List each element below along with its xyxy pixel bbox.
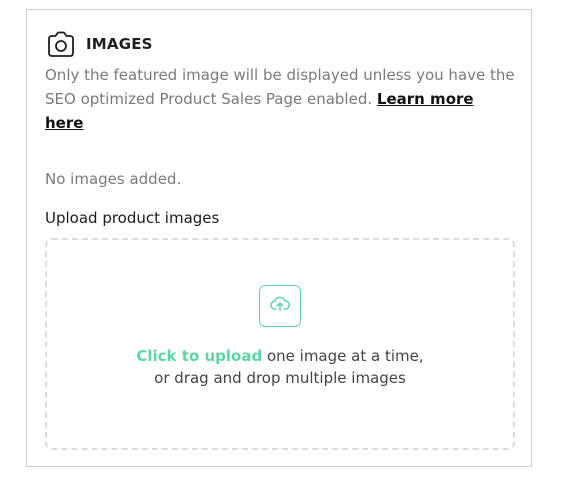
- upload-label: Upload product images: [45, 209, 220, 227]
- dropzone-line-2: or drag and drop multiple images: [154, 369, 406, 387]
- images-panel: IMAGES Only the featured image will be d…: [26, 9, 532, 467]
- upload-dropzone[interactable]: Click to upload one image at a time, or …: [45, 238, 515, 450]
- empty-state-text: No images added.: [45, 170, 182, 188]
- dropzone-line-1: Click to upload one image at a time,: [47, 345, 513, 367]
- camera-icon: [45, 28, 77, 60]
- section-description: Only the featured image will be displaye…: [45, 63, 515, 135]
- upload-cloud-icon: [269, 293, 291, 319]
- section-title: IMAGES: [86, 35, 153, 53]
- click-to-upload-link[interactable]: Click to upload: [136, 347, 262, 365]
- dropzone-text: Click to upload one image at a time, or …: [47, 345, 513, 389]
- images-header: IMAGES: [45, 28, 153, 60]
- upload-button[interactable]: [259, 285, 301, 327]
- dropzone-line-1-rest: one image at a time,: [266, 347, 424, 365]
